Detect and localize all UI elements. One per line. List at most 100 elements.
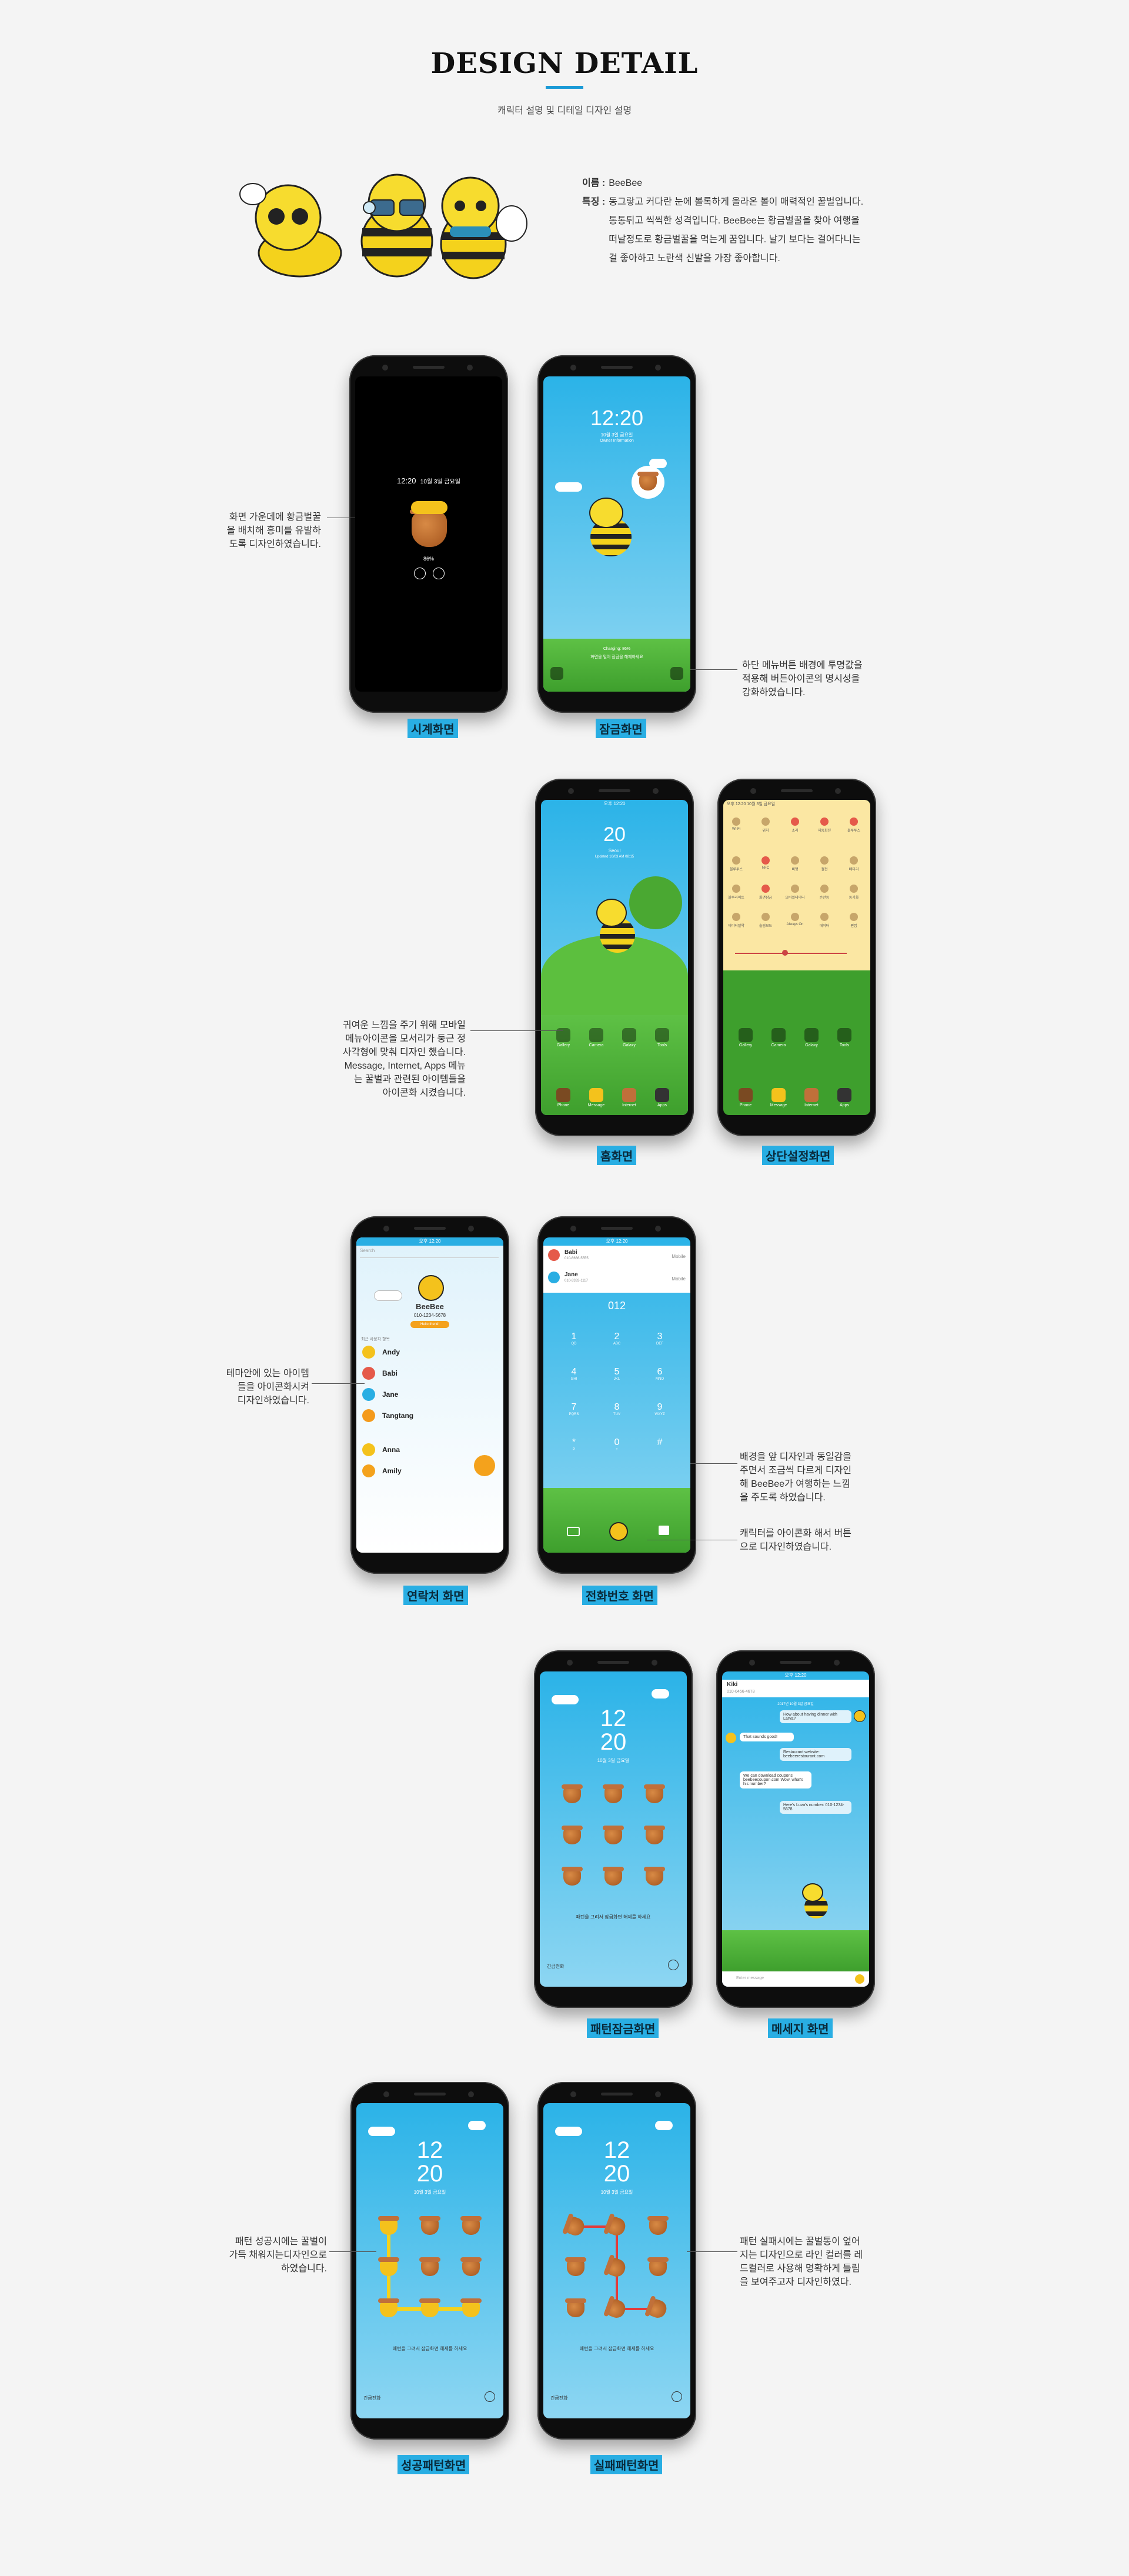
add-contact-button[interactable]: [474, 1455, 495, 1476]
tools-app[interactable]: Tools: [835, 1028, 854, 1047]
call-button-bee-icon[interactable]: [609, 1522, 628, 1541]
message-bubble[interactable]: That sounds good!: [740, 1733, 794, 1741]
pattern-dot[interactable]: [565, 2298, 586, 2317]
contact-search-input[interactable]: Search: [360, 1248, 499, 1258]
qs-toggle[interactable]: 손전등: [813, 885, 836, 900]
contact-row[interactable]: Babi: [362, 1364, 497, 1382]
pattern-dot[interactable]: [565, 2257, 586, 2276]
message-bubble[interactable]: Restaurant website: beebeerestaurant.com: [780, 1748, 851, 1761]
dial-key[interactable]: 9 WXYZ: [648, 1402, 672, 1416]
camera-shortcut-icon[interactable]: [433, 568, 445, 579]
dial-key[interactable]: 3 DEF: [648, 1332, 672, 1346]
phone-shortcut-icon[interactable]: [414, 568, 426, 579]
message-input[interactable]: Enter message: [736, 1976, 764, 1980]
dial-key[interactable]: 2 ABC: [605, 1332, 629, 1346]
qs-toggle[interactable]: 블루투스: [842, 817, 866, 833]
dial-key[interactable]: 6 MNO: [648, 1367, 672, 1381]
dial-key[interactable]: 5 JKL: [605, 1367, 629, 1381]
pattern-dot[interactable]: [603, 1826, 624, 1844]
emergency-call-button[interactable]: 긴급전화: [547, 1963, 564, 1970]
pattern-dot[interactable]: [378, 2257, 399, 2276]
dial-key[interactable]: * P: [562, 1437, 586, 1451]
message-bubble[interactable]: How about having dinner with Larva?: [780, 1710, 851, 1723]
gallery-app[interactable]: Gallery: [736, 1028, 755, 1047]
pattern-dot[interactable]: [644, 1784, 665, 1803]
qs-toggle[interactable]: Always On: [783, 913, 807, 926]
brightness-handle[interactable]: [782, 950, 788, 956]
message-bubble[interactable]: Here's Luva's number: 010-1234-5678: [780, 1801, 851, 1814]
dial-key[interactable]: 4 GHI: [562, 1367, 586, 1381]
internet-app[interactable]: Internet: [802, 1088, 821, 1107]
qs-toggle[interactable]: 자동회전: [813, 817, 836, 833]
profile-avatar[interactable]: [418, 1275, 444, 1301]
dial-key[interactable]: 0 +: [605, 1437, 629, 1451]
message-app[interactable]: Message: [587, 1088, 606, 1107]
dial-key[interactable]: 7 PQRS: [562, 1402, 586, 1416]
contact-row[interactable]: Andy: [362, 1343, 497, 1361]
pattern-dot[interactable]: [647, 2216, 669, 2235]
qs-toggle[interactable]: 화면잠금: [754, 885, 777, 900]
qs-toggle[interactable]: 비행: [783, 856, 807, 872]
pattern-dot[interactable]: [644, 1867, 665, 1886]
qs-toggle[interactable]: 블루라이트: [724, 885, 748, 900]
phone-app[interactable]: Phone: [736, 1088, 755, 1107]
message-app[interactable]: Message: [769, 1088, 788, 1107]
keypad-hide-icon[interactable]: [659, 1526, 669, 1535]
phone-app[interactable]: Phone: [554, 1088, 573, 1107]
qs-toggle[interactable]: 배터리: [842, 856, 866, 872]
back-icon[interactable]: [668, 1960, 679, 1970]
apps-app[interactable]: Apps: [653, 1088, 672, 1107]
pattern-dot[interactable]: [562, 1826, 583, 1844]
contact-row[interactable]: Anna: [362, 1441, 497, 1459]
video-call-icon[interactable]: [567, 1527, 580, 1536]
apps-app[interactable]: Apps: [835, 1088, 854, 1107]
qs-toggle[interactable]: 슬림모드: [754, 913, 777, 928]
pattern-dot[interactable]: [460, 2298, 482, 2317]
pattern-dot[interactable]: [562, 1867, 583, 1886]
pattern-dot[interactable]: [647, 2257, 669, 2276]
pattern-dot[interactable]: [378, 2216, 399, 2235]
qs-toggle[interactable]: 동기화: [842, 885, 866, 900]
pattern-dot[interactable]: [419, 2298, 440, 2317]
qs-toggle[interactable]: 소리: [783, 817, 807, 833]
qs-toggle[interactable]: 편집: [842, 913, 866, 928]
back-icon[interactable]: [672, 2391, 682, 2402]
internet-app[interactable]: Internet: [620, 1088, 639, 1107]
qs-toggle[interactable]: 위치: [754, 817, 777, 833]
pattern-dot[interactable]: [378, 2298, 399, 2317]
pattern-dot[interactable]: [603, 1784, 624, 1803]
message-bubble[interactable]: We can download coupons beebeecoupon.com…: [740, 1771, 811, 1788]
emergency-call-button[interactable]: 긴급전화: [550, 2395, 567, 2401]
send-button[interactable]: [855, 1974, 864, 1984]
pattern-dot[interactable]: [460, 2216, 482, 2235]
emergency-call-button[interactable]: 긴급전화: [363, 2395, 380, 2401]
qs-toggle[interactable]: 블루투스: [724, 856, 748, 872]
qs-toggle[interactable]: NFC: [754, 856, 777, 870]
camera-shortcut-icon[interactable]: [670, 667, 683, 680]
dial-key[interactable]: #: [648, 1437, 672, 1448]
camera-app[interactable]: Camera: [769, 1028, 788, 1047]
pattern-dot[interactable]: [562, 1784, 583, 1803]
qs-toggle[interactable]: 모바일데이터: [783, 885, 807, 900]
tools-app[interactable]: Tools: [653, 1028, 672, 1047]
pattern-dot[interactable]: [419, 2216, 440, 2235]
brightness-slider[interactable]: [735, 953, 847, 954]
qs-toggle[interactable]: Wi-Fi: [724, 817, 748, 831]
contact-row[interactable]: Tangtang: [362, 1407, 497, 1424]
contact-row[interactable]: Jane: [362, 1386, 497, 1403]
dial-key[interactable]: 8 TUV: [605, 1402, 629, 1416]
camera-app[interactable]: Camera: [587, 1028, 606, 1047]
dial-key[interactable]: 1 QD: [562, 1332, 586, 1346]
back-icon[interactable]: [485, 2391, 495, 2402]
qs-toggle[interactable]: 데이터: [813, 913, 836, 928]
pattern-dot[interactable]: [603, 1867, 624, 1886]
pattern-dot[interactable]: [419, 2257, 440, 2276]
phone-shortcut-icon[interactable]: [550, 667, 563, 680]
qs-toggle[interactable]: 절전: [813, 856, 836, 872]
qs-toggle[interactable]: 데이터절약: [724, 913, 748, 928]
pattern-dot[interactable]: [460, 2257, 482, 2276]
galaxy-app[interactable]: Galaxy: [802, 1028, 821, 1047]
pattern-dot[interactable]: [644, 1826, 665, 1844]
galaxy-app[interactable]: Galaxy: [620, 1028, 639, 1047]
dial-input[interactable]: 012: [543, 1300, 690, 1312]
